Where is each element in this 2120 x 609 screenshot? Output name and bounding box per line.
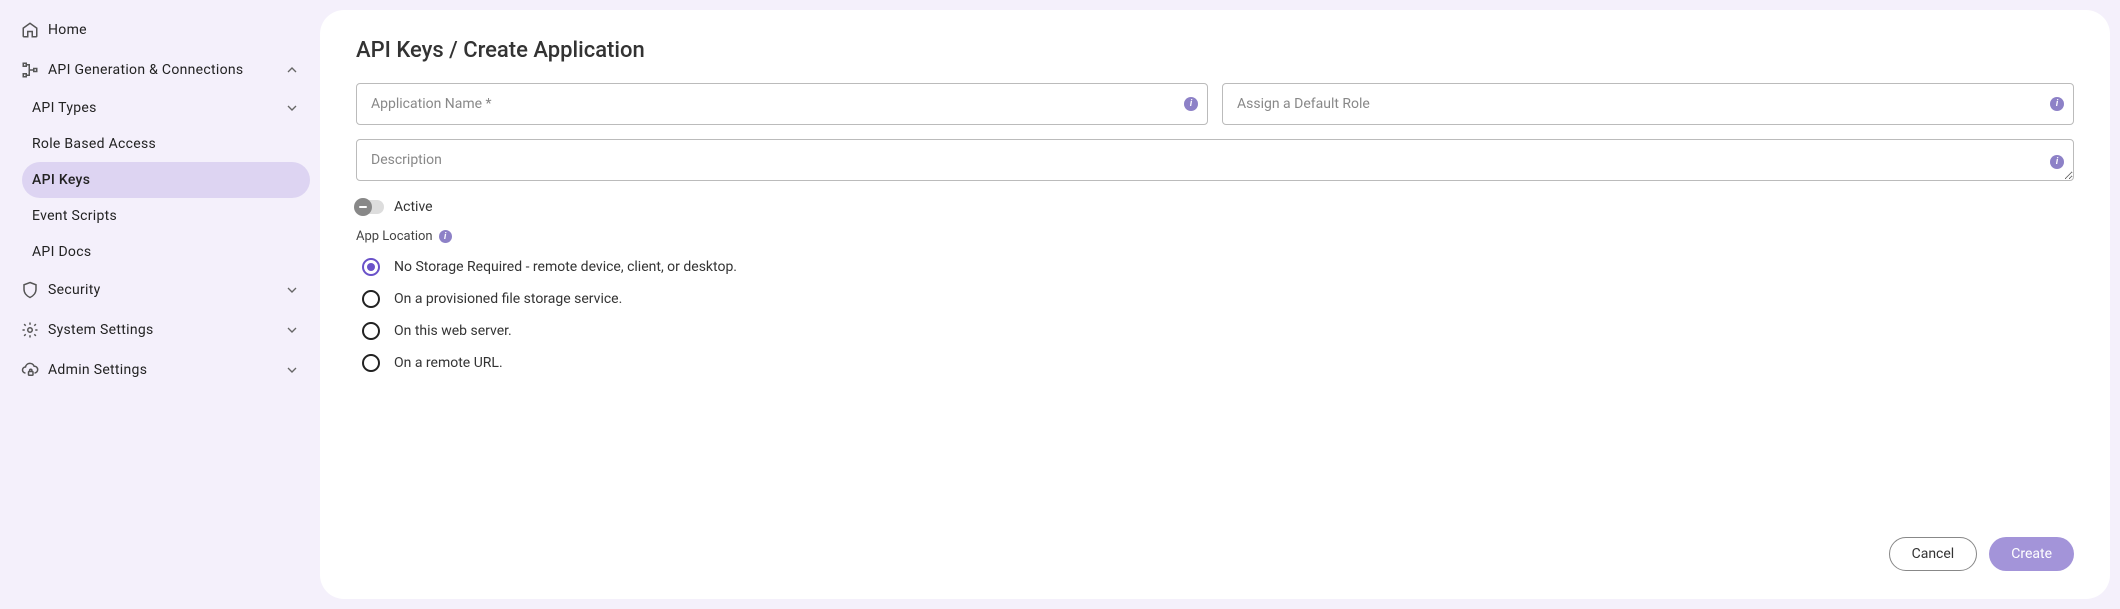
radio-provisioned[interactable]: On a provisioned file storage service.: [362, 290, 2074, 308]
field-application-name: i: [356, 83, 1208, 125]
app-location-label: App Location i: [356, 229, 2074, 244]
sidebar-label-security: Security: [48, 282, 284, 298]
form-row-2: i: [356, 139, 2074, 185]
sidebar-item-api-docs[interactable]: API Docs: [22, 234, 310, 270]
info-icon[interactable]: i: [2050, 155, 2064, 169]
create-button[interactable]: Create: [1989, 537, 2074, 571]
application-name-input[interactable]: [356, 83, 1208, 125]
sidebar-item-system-settings[interactable]: System Settings: [10, 310, 310, 350]
radio-icon: [362, 354, 380, 372]
sidebar: Home API Generation & Connections API Ty…: [0, 0, 320, 609]
info-icon[interactable]: i: [2050, 97, 2064, 111]
chevron-up-icon: [284, 62, 300, 78]
chevron-down-icon: [284, 322, 300, 338]
radio-remote-url[interactable]: On a remote URL.: [362, 354, 2074, 372]
cloud-lock-icon: [20, 360, 40, 380]
sidebar-label-role-based: Role Based Access: [32, 136, 300, 152]
home-icon: [20, 20, 40, 40]
gear-icon: [20, 320, 40, 340]
page-title: API Keys / Create Application: [356, 38, 2074, 63]
sidebar-label-admin-settings: Admin Settings: [48, 362, 284, 378]
description-textarea[interactable]: [356, 139, 2074, 181]
chevron-down-icon: [284, 282, 300, 298]
sidebar-label-api-types: API Types: [32, 100, 284, 116]
info-icon[interactable]: i: [439, 230, 452, 243]
radio-web-server[interactable]: On this web server.: [362, 322, 2074, 340]
field-description: i: [356, 139, 2074, 185]
sidebar-item-home[interactable]: Home: [10, 10, 310, 50]
field-default-role: i: [1222, 83, 2074, 125]
sidebar-label-event-scripts: Event Scripts: [32, 208, 300, 224]
sidebar-label-api-docs: API Docs: [32, 244, 300, 260]
active-toggle-row: Active: [356, 199, 2074, 215]
radio-label-web-server: On this web server.: [394, 323, 512, 339]
radio-icon: [362, 322, 380, 340]
sidebar-label-home: Home: [48, 22, 300, 38]
radio-label-no-storage: No Storage Required - remote device, cli…: [394, 259, 737, 275]
radio-icon: [362, 258, 380, 276]
info-icon[interactable]: i: [1184, 97, 1198, 111]
sidebar-label-api-keys: API Keys: [32, 172, 300, 188]
radio-label-provisioned: On a provisioned file storage service.: [394, 291, 622, 307]
sidebar-item-role-based-access[interactable]: Role Based Access: [22, 126, 310, 162]
sidebar-submenu-api-gen: API Types Role Based Access API Keys Eve…: [10, 90, 310, 270]
sidebar-label-api-gen: API Generation & Connections: [48, 62, 284, 78]
app-location-radio-group: No Storage Required - remote device, cli…: [362, 258, 2074, 372]
sidebar-item-event-scripts[interactable]: Event Scripts: [22, 198, 310, 234]
default-role-input[interactable]: [1222, 83, 2074, 125]
chevron-down-icon: [284, 362, 300, 378]
form-row-1: i i: [356, 83, 2074, 125]
radio-icon: [362, 290, 380, 308]
sidebar-label-system-settings: System Settings: [48, 322, 284, 338]
cancel-button[interactable]: Cancel: [1889, 537, 1978, 571]
active-label: Active: [394, 199, 433, 215]
shield-icon: [20, 280, 40, 300]
radio-label-remote-url: On a remote URL.: [394, 355, 503, 371]
sidebar-item-api-generation[interactable]: API Generation & Connections: [10, 50, 310, 90]
sidebar-item-admin-settings[interactable]: Admin Settings: [10, 350, 310, 390]
sidebar-item-api-types[interactable]: API Types: [22, 90, 310, 126]
app-location-text: App Location: [356, 229, 433, 244]
sidebar-item-security[interactable]: Security: [10, 270, 310, 310]
sidebar-item-api-keys[interactable]: API Keys: [22, 162, 310, 198]
active-toggle[interactable]: [356, 200, 384, 214]
chevron-down-icon: [284, 100, 300, 116]
toggle-knob-icon: [354, 198, 372, 216]
nodes-icon: [20, 60, 40, 80]
radio-no-storage[interactable]: No Storage Required - remote device, cli…: [362, 258, 2074, 276]
main-panel: API Keys / Create Application i i i Acti…: [320, 10, 2110, 599]
form-actions: Cancel Create: [356, 537, 2074, 571]
